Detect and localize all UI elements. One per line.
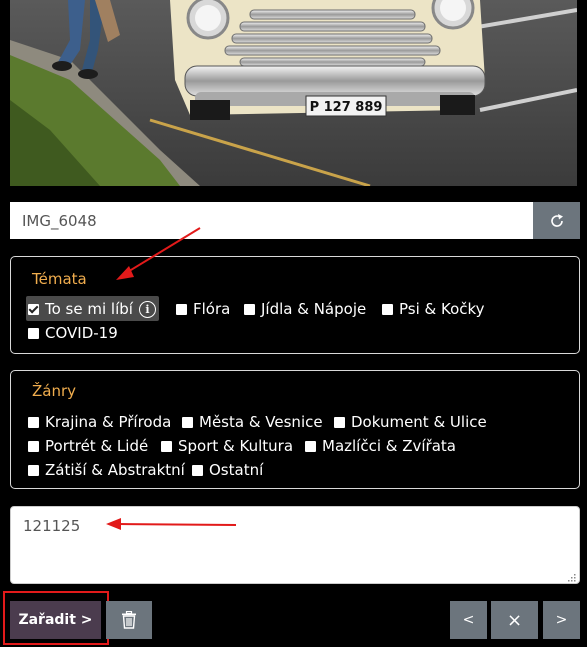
topic-checkbox-pets[interactable]: Psi & Kočky <box>382 298 485 320</box>
refresh-icon <box>550 213 563 227</box>
previous-button[interactable]: < <box>450 601 487 639</box>
genre-label-documentary: Dokument & Ulice <box>351 413 487 431</box>
info-icon[interactable]: i <box>138 300 156 318</box>
genre-label-portrait: Portrét & Lidé <box>45 437 149 455</box>
topic-label-liked: To se mi líbí <box>45 300 133 318</box>
topic-label-covid: COVID-19 <box>45 324 118 342</box>
genre-label-sport: Sport & Kultura <box>178 437 294 455</box>
trash-icon <box>122 611 136 629</box>
topic-checkbox-food[interactable]: Jídla & Nápoje <box>244 298 366 320</box>
genre-checkbox-portrait[interactable]: Portrét & Lidé <box>28 435 148 457</box>
delete-button[interactable] <box>106 601 152 639</box>
checkbox-icon[interactable] <box>28 464 39 476</box>
notes-textarea[interactable]: 121125 <box>10 506 580 584</box>
topic-label-pets: Psi & Kočky <box>399 300 485 318</box>
filename-input[interactable] <box>10 202 533 239</box>
classify-button[interactable]: Zařadit > <box>10 601 101 639</box>
checkbox-icon[interactable] <box>28 327 39 339</box>
checkbox-icon[interactable] <box>305 440 316 452</box>
genre-label-still-life: Zátiší & Abstraktní <box>45 461 185 479</box>
genre-checkbox-animals[interactable]: Mazlíčci & Zvířata <box>305 435 456 457</box>
genre-checkbox-cities[interactable]: Města & Vesnice <box>182 411 323 433</box>
genres-title: Žánry <box>32 382 77 400</box>
license-plate-text: P 127 889 <box>310 100 383 115</box>
close-button[interactable]: × <box>491 601 538 639</box>
checkbox-icon[interactable] <box>28 440 39 452</box>
checkbox-icon[interactable] <box>334 416 345 428</box>
genre-checkbox-still-life[interactable]: Zátiší & Abstraktní <box>28 459 185 481</box>
checkbox-icon[interactable] <box>182 416 193 428</box>
car-photo: P 127 889 <box>10 0 577 186</box>
checkbox-icon[interactable] <box>161 440 172 452</box>
genre-checkbox-sport[interactable]: Sport & Kultura <box>161 435 293 457</box>
next-button[interactable]: > <box>543 601 580 639</box>
checkbox-icon[interactable] <box>244 303 255 315</box>
checkbox-icon[interactable] <box>382 303 393 315</box>
genre-checkbox-documentary[interactable]: Dokument & Ulice <box>334 411 487 433</box>
genre-checkbox-other[interactable]: Ostatní <box>192 459 263 481</box>
topic-label-food: Jídla & Nápoje <box>261 300 367 318</box>
topics-title: Témata <box>32 270 87 288</box>
topic-checkbox-covid[interactable]: COVID-19 <box>28 322 118 344</box>
genres-panel: Žánry Krajina & Příroda Města & Vesnice … <box>10 370 580 489</box>
topic-label-flora: Flóra <box>193 300 231 318</box>
genre-label-animals: Mazlíčci & Zvířata <box>322 437 456 455</box>
checkbox-icon[interactable] <box>192 464 203 476</box>
checkbox-icon[interactable] <box>28 416 39 428</box>
topics-panel: Témata To se mi líbí i Flóra Jídla & Náp… <box>10 256 580 354</box>
refresh-button[interactable] <box>533 202 580 239</box>
genre-label-cities: Města & Vesnice <box>199 413 323 431</box>
genre-checkbox-landscape[interactable]: Krajina & Příroda <box>28 411 171 433</box>
genre-label-landscape: Krajina & Příroda <box>45 413 172 431</box>
topic-checkbox-flora[interactable]: Flóra <box>176 298 230 320</box>
checkbox-checked-icon[interactable] <box>28 303 39 315</box>
checkbox-icon[interactable] <box>176 303 187 315</box>
topic-checkbox-liked[interactable]: To se mi líbí i <box>28 298 156 320</box>
car-photo-drawing: P 127 889 <box>10 0 577 186</box>
genre-label-other: Ostatní <box>209 461 264 479</box>
